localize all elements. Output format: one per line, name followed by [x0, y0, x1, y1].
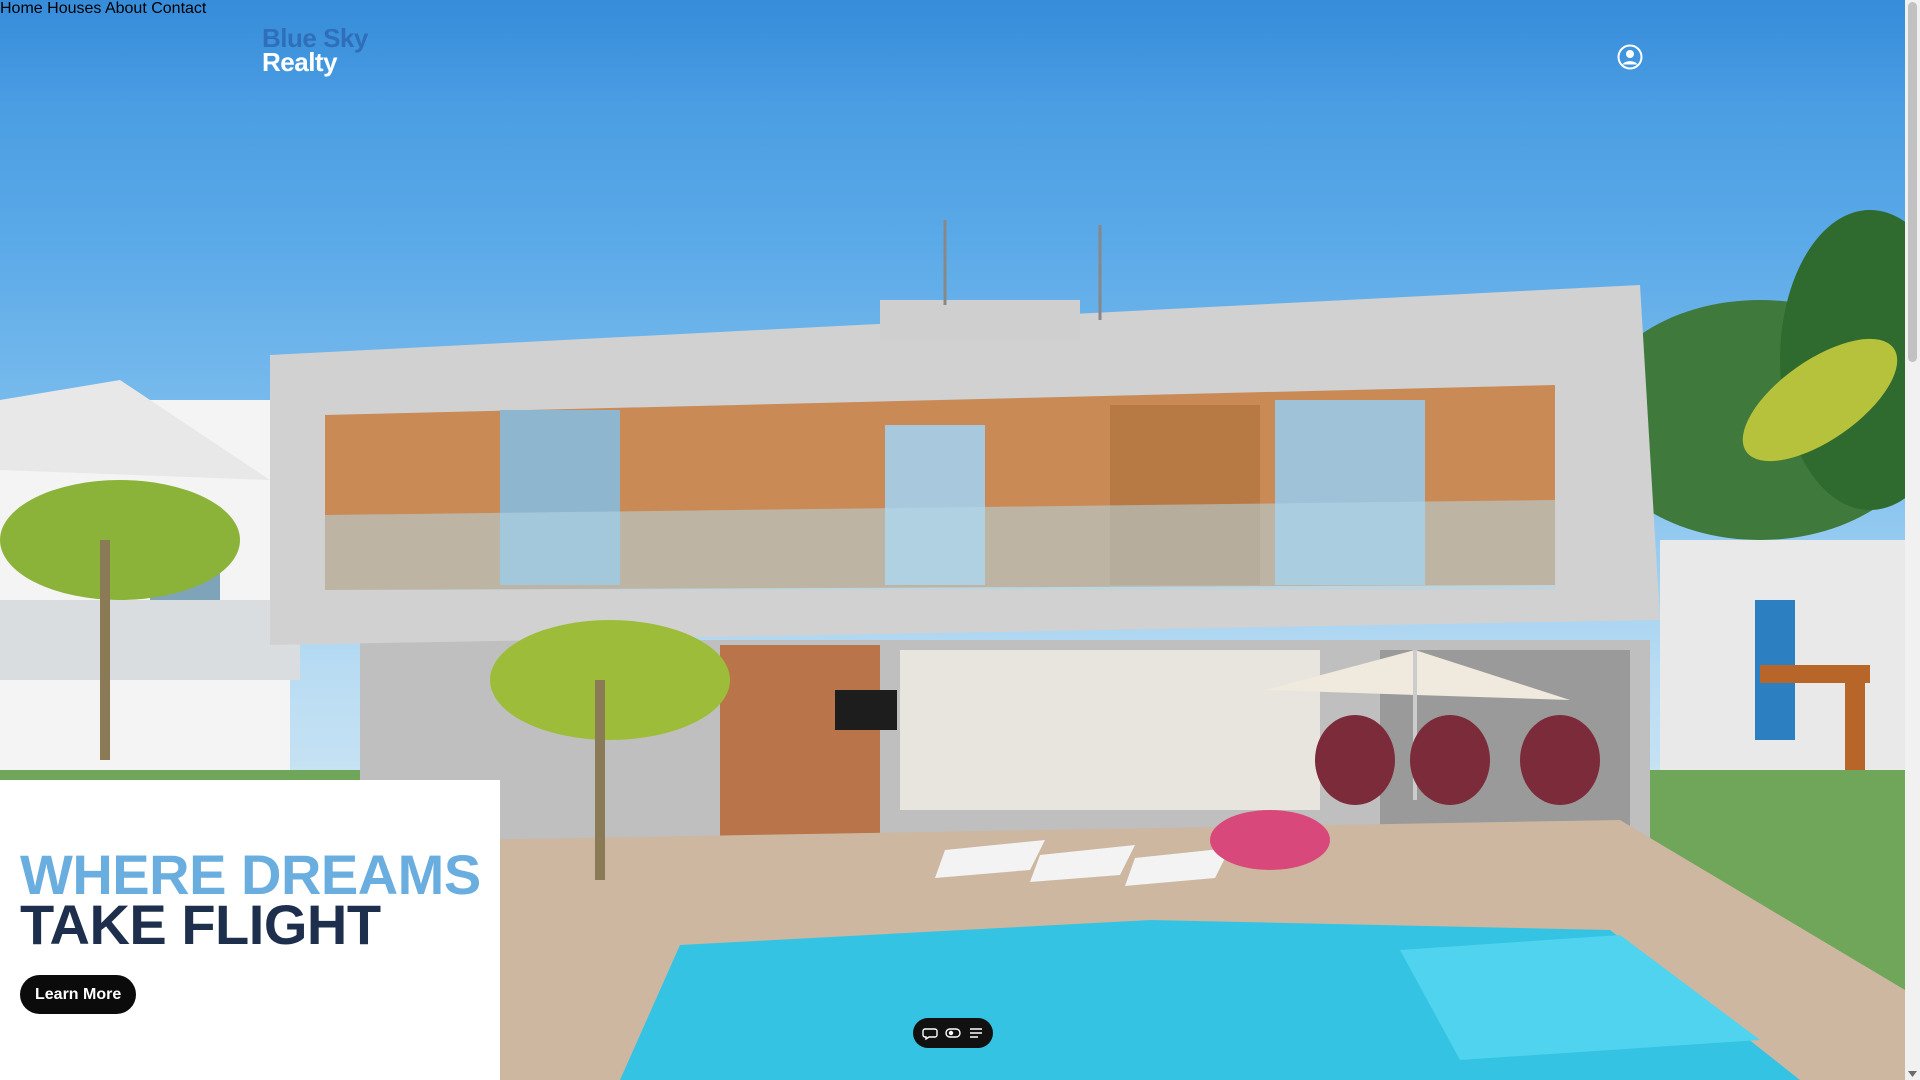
page-scrollbar[interactable] [1905, 0, 1920, 1080]
nav-link-home[interactable]: Home [0, 0, 43, 17]
main-nav: Home Houses About Contact [0, 0, 1905, 18]
landing-page: Blue Sky Realty Home Houses About Contac… [0, 0, 1920, 1080]
site-header: Blue Sky Realty Home Houses About Contac… [0, 0, 1905, 106]
learn-more-button[interactable]: Learn More [20, 975, 137, 1014]
nav-link-about[interactable]: About [105, 0, 147, 17]
nav-link-contact[interactable]: Contact [151, 0, 206, 17]
headline-line2: TAKE FLIGHT [20, 893, 381, 956]
hero-headline: WHERE DREAMS TAKE FLIGHT [20, 847, 481, 956]
floating-toolbar [913, 1018, 993, 1048]
hero-card: WHERE DREAMS TAKE FLIGHT Learn More [0, 780, 500, 1080]
chat-icon[interactable] [922, 1025, 939, 1041]
user-circle-icon[interactable] [1617, 44, 1643, 70]
brand-logo[interactable]: Blue Sky Realty [262, 25, 368, 77]
scroll-down-arrow-icon[interactable] [1908, 1066, 1917, 1077]
toggle-icon[interactable] [945, 1025, 961, 1041]
nav-link-houses[interactable]: Houses [47, 0, 101, 17]
brand-name-line2: Realty [262, 47, 338, 77]
menu-icon[interactable] [968, 1025, 984, 1041]
scrollbar-thumb[interactable] [1908, 2, 1917, 362]
